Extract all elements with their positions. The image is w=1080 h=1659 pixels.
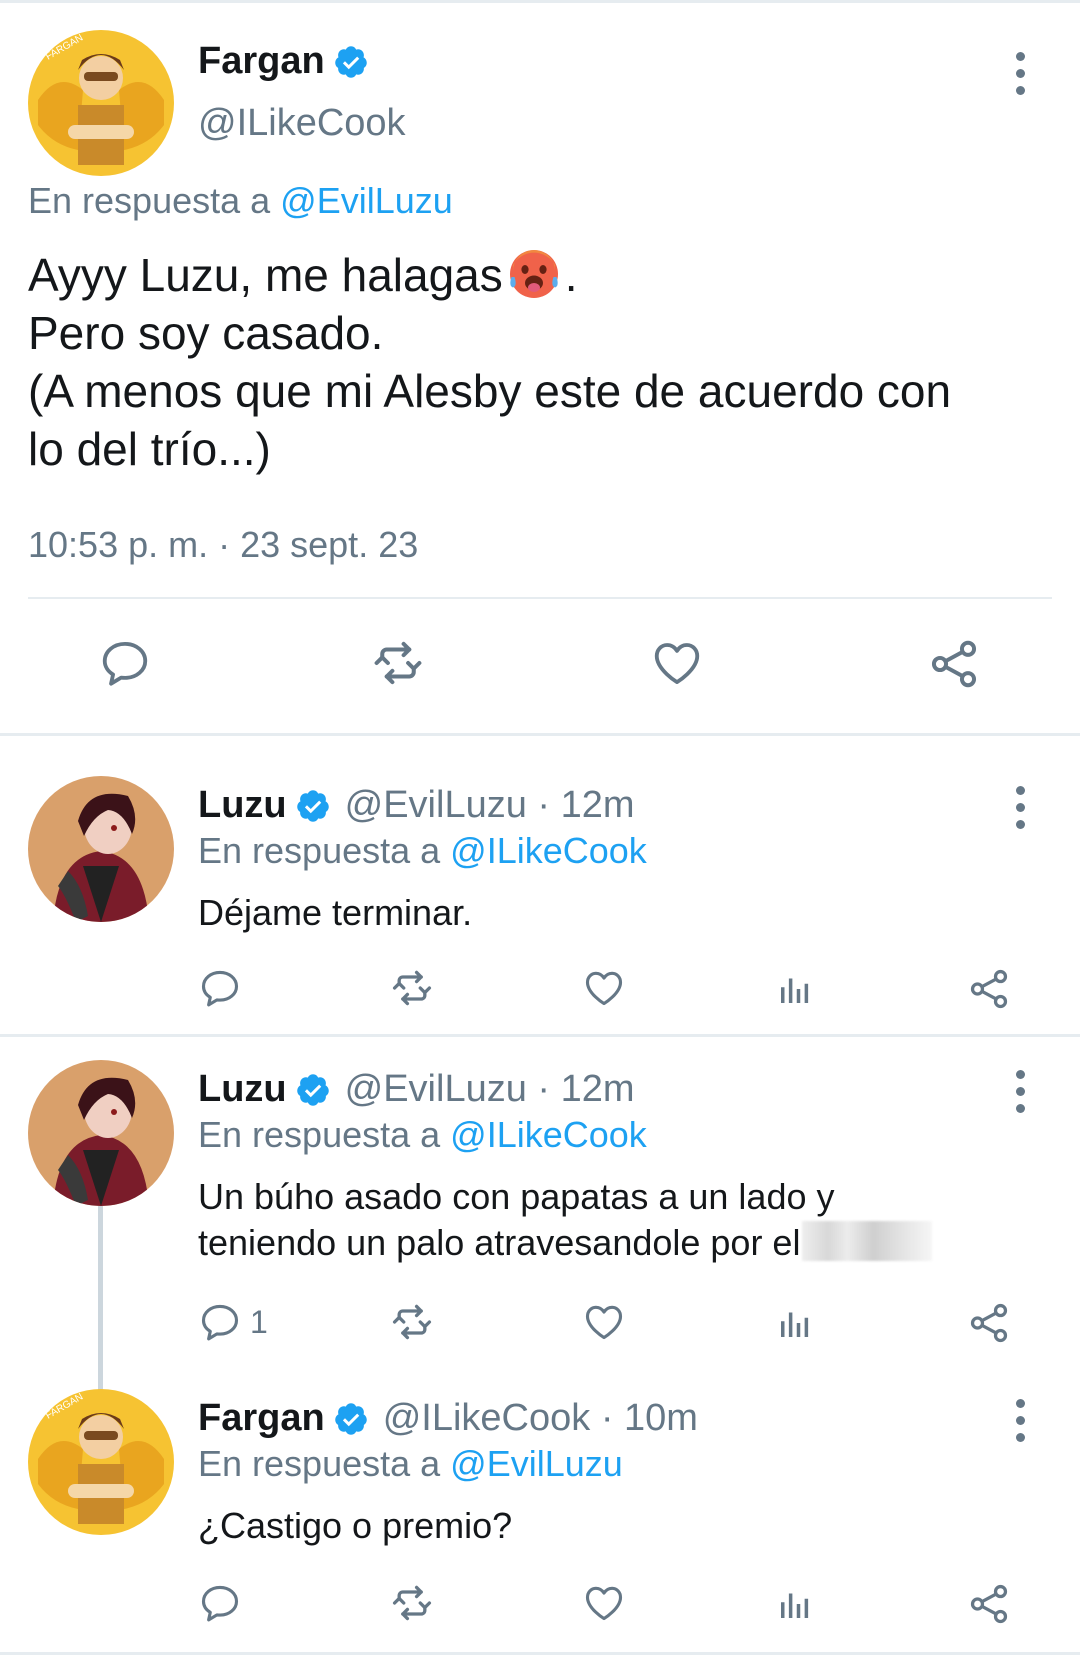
- stats-icon: [774, 968, 816, 1010]
- author-name-text[interactable]: Fargan: [198, 40, 325, 83]
- avatar[interactable]: [28, 1060, 174, 1206]
- reply-icon: [198, 966, 242, 1010]
- avatar[interactable]: [28, 30, 174, 176]
- main-tweet: Fargan @ILikeCook En respuesta a @EvilLu…: [0, 0, 1080, 734]
- author-handle[interactable]: @EvilLuzu · 12m: [345, 784, 635, 827]
- like-button[interactable]: [582, 1581, 626, 1625]
- reply-icon: [198, 1581, 242, 1625]
- more-options-icon[interactable]: [1013, 1399, 1027, 1443]
- author-handle[interactable]: @ILikeCook · 10m: [383, 1397, 698, 1440]
- divider: [0, 1034, 1080, 1037]
- share-button[interactable]: [966, 966, 1012, 1012]
- reply-tweet[interactable]: Fargan @ILikeCook · 10m En respuesta a @…: [0, 1389, 1080, 1649]
- reply-prefix: En respuesta a: [28, 180, 271, 221]
- hot-face-emoji-icon: [509, 250, 558, 298]
- like-button[interactable]: [582, 966, 626, 1010]
- author-handle[interactable]: @ILikeCook: [198, 102, 406, 145]
- retweet-icon: [388, 966, 436, 1010]
- author-name[interactable]: Fargan: [198, 40, 369, 83]
- tweet-text: Ayyy Luzu, me halagas . Pero soy casado.…: [28, 246, 1058, 478]
- share-icon: [966, 1581, 1012, 1627]
- reply-prefix: En respuesta a: [198, 830, 441, 871]
- reply-button[interactable]: [98, 636, 152, 690]
- blurred-text: [802, 1221, 933, 1261]
- more-options-icon[interactable]: [1013, 52, 1027, 96]
- retweet-icon: [388, 1300, 436, 1344]
- more-options-icon[interactable]: [1013, 1070, 1027, 1114]
- tweet-text-line: Pero soy casado.: [28, 307, 384, 359]
- reply-header: Luzu @EvilLuzu · 12m: [198, 1068, 635, 1111]
- reply-context: En respuesta a @ILikeCook: [198, 830, 647, 872]
- reply-context: En respuesta a @EvilLuzu: [198, 1443, 623, 1485]
- reply-count: 1: [250, 1303, 268, 1340]
- reply-to-link[interactable]: @EvilLuzu: [450, 1443, 623, 1484]
- like-button[interactable]: [650, 636, 704, 690]
- reply-prefix: En respuesta a: [198, 1443, 441, 1484]
- reply-to-link[interactable]: @ILikeCook: [450, 830, 647, 871]
- reply-tweet[interactable]: Luzu @EvilLuzu · 12m En respuesta a @ILi…: [0, 1060, 1080, 1444]
- avatar[interactable]: [28, 776, 174, 922]
- author-name[interactable]: Fargan: [198, 1397, 325, 1440]
- tweet-timestamp[interactable]: 10:53 p. m. · 23 sept. 23: [28, 524, 418, 566]
- tweet-text-line: Un búho asado con papatas a un lado y: [198, 1176, 835, 1217]
- views-button[interactable]: [774, 1583, 816, 1625]
- reply-button[interactable]: [198, 1581, 242, 1625]
- retweet-button[interactable]: [388, 966, 436, 1010]
- retweet-icon: [368, 636, 428, 690]
- share-button[interactable]: [966, 1300, 1012, 1346]
- tweet-text-line: lo del trío...): [28, 423, 271, 475]
- retweet-button[interactable]: [388, 1581, 436, 1625]
- verified-badge-icon: [333, 44, 369, 80]
- stats-icon: [774, 1302, 816, 1344]
- verified-badge-icon: [295, 1072, 331, 1108]
- author-handle[interactable]: @EvilLuzu · 12m: [345, 1068, 635, 1111]
- share-button[interactable]: [926, 636, 982, 692]
- author-name[interactable]: Luzu: [198, 1068, 287, 1111]
- tweet-text-line: teniendo un palo atravesandole por el: [198, 1220, 1038, 1266]
- reply-to-link[interactable]: @ILikeCook: [450, 1114, 647, 1155]
- avatar[interactable]: [28, 1389, 174, 1535]
- separator: [28, 597, 1052, 599]
- reply-icon: [198, 1300, 242, 1344]
- reply-context: En respuesta a @ILikeCook: [198, 1114, 647, 1156]
- tweet-text-line: (A menos que mi Alesby este de acuerdo c…: [28, 365, 952, 417]
- reply-button[interactable]: [198, 966, 242, 1010]
- share-button[interactable]: [966, 1581, 1012, 1627]
- reply-context: En respuesta a @EvilLuzu: [28, 180, 453, 222]
- tweet-actions: [0, 636, 1080, 696]
- tweet-text-line: Ayyy Luzu, me halagas .: [28, 249, 578, 301]
- tweet-text: Un búho asado con papatas a un lado y te…: [198, 1174, 1038, 1266]
- like-icon: [582, 1300, 626, 1344]
- tweet-text: Déjame terminar.: [198, 890, 1038, 936]
- tweet-text: ¿Castigo o premio?: [198, 1503, 1038, 1549]
- like-icon: [582, 1581, 626, 1625]
- verified-badge-icon: [295, 788, 331, 824]
- like-button[interactable]: [582, 1300, 626, 1344]
- reply-icon: [98, 636, 152, 690]
- divider: [0, 1652, 1080, 1655]
- reply-tweet[interactable]: Luzu @EvilLuzu · 12m En respuesta a @ILi…: [0, 776, 1080, 1036]
- tweet-text-line: Déjame terminar.: [198, 892, 473, 933]
- reply-header: Luzu @EvilLuzu · 12m: [198, 784, 635, 827]
- retweet-icon: [388, 1581, 436, 1625]
- reply-button[interactable]: 1: [198, 1300, 268, 1344]
- share-icon: [926, 636, 982, 692]
- verified-badge-icon: [333, 1401, 369, 1437]
- like-icon: [650, 636, 704, 690]
- stats-icon: [774, 1583, 816, 1625]
- views-button[interactable]: [774, 968, 816, 1010]
- like-icon: [582, 966, 626, 1010]
- reply-to-link[interactable]: @EvilLuzu: [280, 180, 453, 221]
- more-options-icon[interactable]: [1013, 786, 1027, 830]
- retweet-button[interactable]: [368, 636, 428, 690]
- share-icon: [966, 1300, 1012, 1346]
- reply-prefix: En respuesta a: [198, 1114, 441, 1155]
- reply-header: Fargan @ILikeCook · 10m: [198, 1397, 698, 1440]
- views-button[interactable]: [774, 1302, 816, 1344]
- retweet-button[interactable]: [388, 1300, 436, 1344]
- author-name[interactable]: Luzu: [198, 784, 287, 827]
- tweet-text-line: ¿Castigo o premio?: [198, 1505, 513, 1546]
- divider: [0, 733, 1080, 736]
- share-icon: [966, 966, 1012, 1012]
